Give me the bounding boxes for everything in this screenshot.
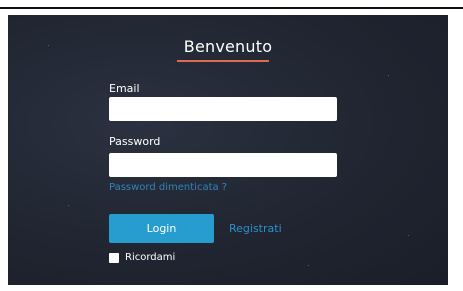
forgot-password-link[interactable]: Password dimenticata ? <box>109 182 227 193</box>
login-button[interactable]: Login <box>109 214 214 243</box>
background-speck <box>408 235 409 236</box>
top-divider <box>0 7 463 9</box>
remember-me[interactable]: Ricordami <box>109 252 175 263</box>
register-link[interactable]: Registrati <box>229 222 282 235</box>
background-speck <box>308 265 309 266</box>
background-speck <box>388 75 389 76</box>
email-label: Email <box>109 82 140 95</box>
background-speck <box>68 205 69 206</box>
remember-label: Ricordami <box>125 252 176 263</box>
login-panel: Benvenuto Email Password Password diment… <box>8 15 448 285</box>
remember-checkbox[interactable] <box>109 252 119 263</box>
title-underline <box>177 60 269 62</box>
email-field[interactable] <box>109 97 337 121</box>
page-title: Benvenuto <box>183 37 273 56</box>
password-field[interactable] <box>109 153 337 177</box>
password-label: Password <box>109 135 161 148</box>
